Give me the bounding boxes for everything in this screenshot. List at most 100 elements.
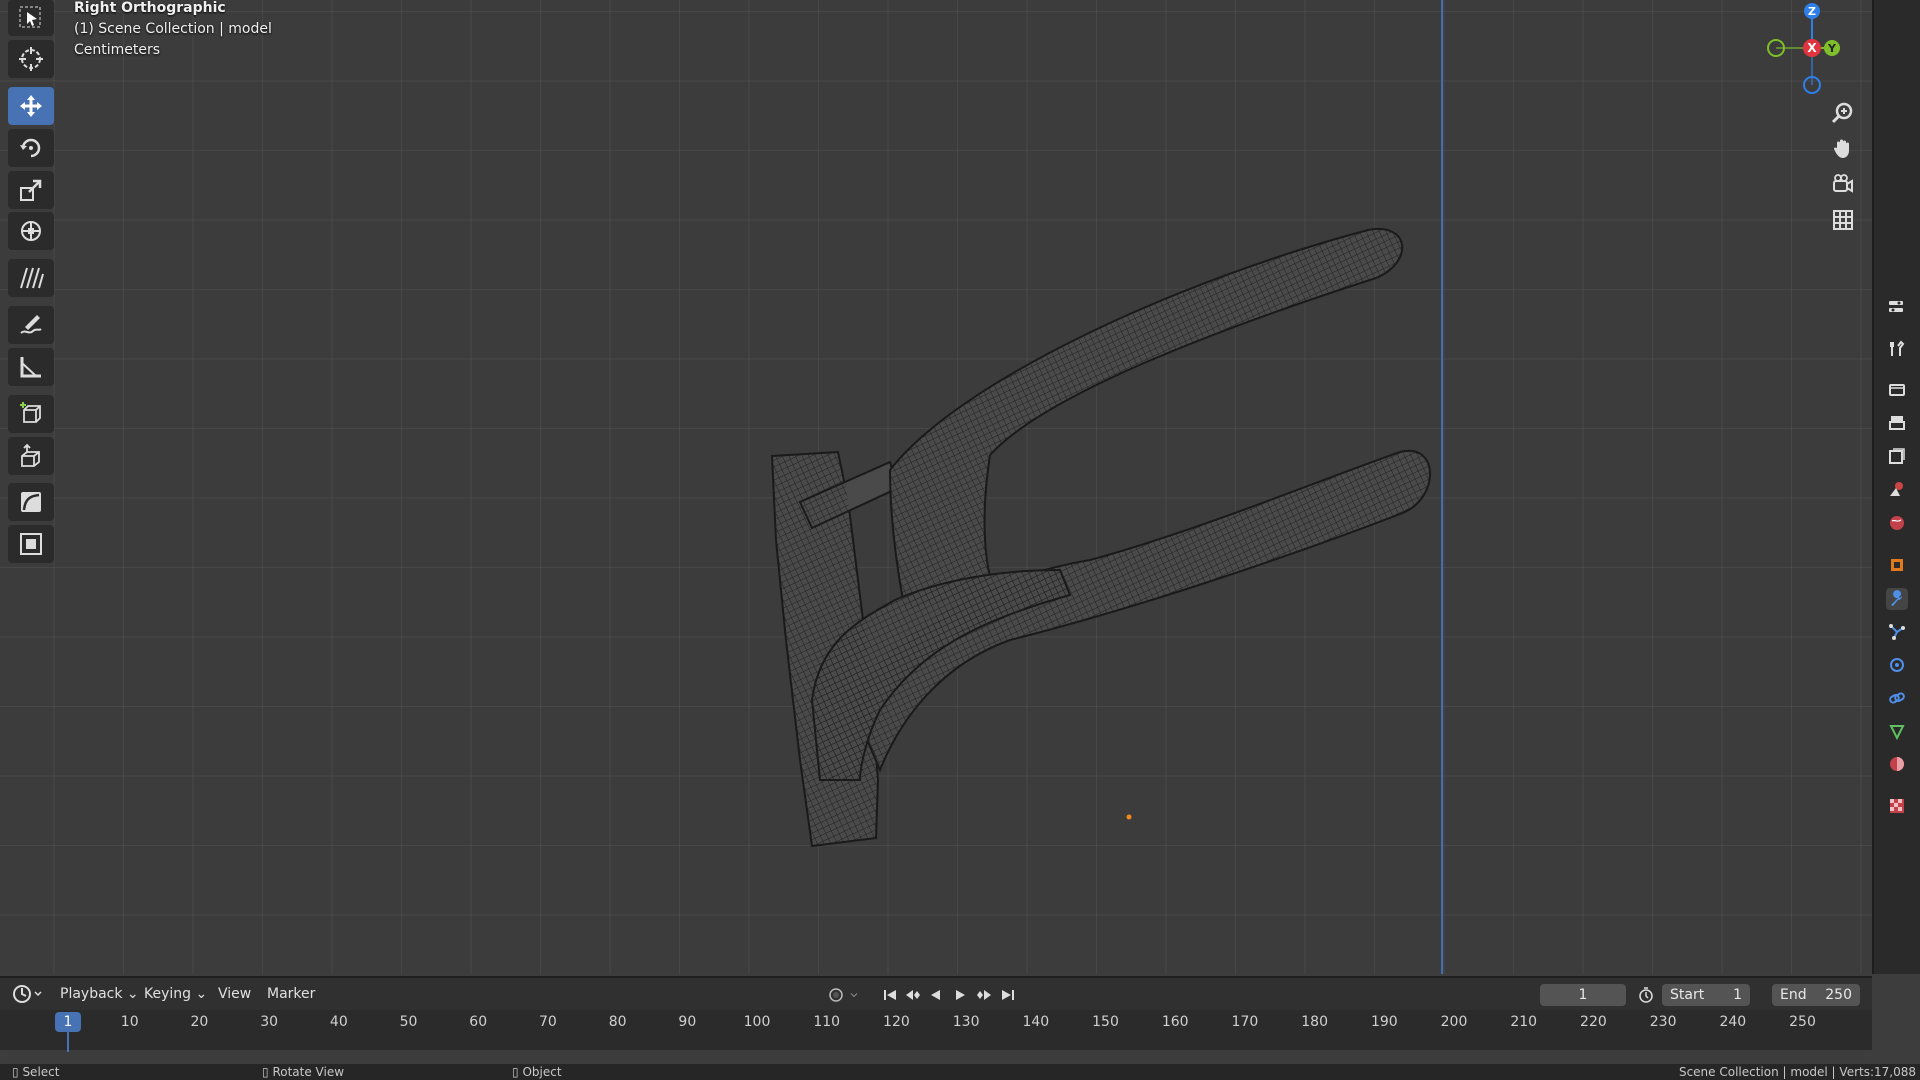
tab-scene[interactable]	[1886, 478, 1908, 500]
frame-tick-label: 230	[1649, 1014, 1677, 1030]
view-menu[interactable]: View	[218, 986, 251, 1002]
status-object: ▯ Object	[512, 1065, 562, 1079]
tab-render[interactable]	[1886, 378, 1908, 400]
inset-icon	[20, 533, 42, 555]
curve-tool[interactable]	[8, 483, 54, 521]
jump-end-icon	[1002, 990, 1014, 1000]
move-tool[interactable]	[8, 87, 54, 125]
tab-object[interactable]	[1886, 554, 1908, 576]
cursor-tool[interactable]	[8, 40, 54, 78]
transform-tool[interactable]	[8, 212, 54, 250]
inset-tool[interactable]	[8, 525, 54, 563]
end-frame-field[interactable]: End 250	[1772, 984, 1860, 1006]
particles-icon	[1889, 624, 1905, 640]
current-frame-field[interactable]: 1	[1540, 984, 1626, 1006]
status-rotate-view: ▯ Rotate View	[262, 1065, 345, 1079]
playback-menu[interactable]: Playback ⌄	[60, 986, 139, 1002]
rotate-tool[interactable]	[8, 129, 54, 167]
playhead-indicator[interactable]: 1	[55, 1012, 81, 1032]
select-box-tool[interactable]	[8, 0, 54, 36]
frame-tick-label: 240	[1719, 1014, 1747, 1030]
tab-output[interactable]	[1886, 412, 1908, 434]
use-preview-range-button[interactable]	[1636, 984, 1656, 1006]
next-keyframe-button[interactable]	[974, 984, 994, 1006]
jump-to-end-button[interactable]	[998, 984, 1018, 1006]
chevron-down-icon	[850, 993, 858, 998]
playhead-line	[67, 1032, 69, 1054]
hatch-tool[interactable]	[8, 259, 54, 297]
annotate-icon	[20, 315, 42, 334]
mouse-left-icon: ▯	[12, 1065, 19, 1079]
wireframe-model[interactable]	[0, 0, 1872, 974]
world-icon	[1890, 516, 1904, 530]
tab-tool[interactable]	[1886, 338, 1908, 360]
camera-view-button[interactable]	[1826, 167, 1860, 201]
play-icon	[956, 990, 965, 1000]
prev-keyframe-icon	[906, 990, 920, 1000]
curve-icon	[21, 492, 41, 512]
keying-options-dropdown[interactable]	[848, 984, 860, 1006]
frame-tick-label: 220	[1580, 1014, 1607, 1030]
tab-data[interactable]	[1886, 720, 1908, 742]
view-name: Right Orthographic	[74, 0, 226, 16]
keying-menu[interactable]: Keying ⌄	[144, 986, 207, 1002]
hatch-icon	[20, 267, 44, 289]
toggle-ortho-button[interactable]	[1826, 203, 1860, 237]
pan-button[interactable]	[1826, 131, 1860, 165]
zoom-button[interactable]	[1826, 96, 1860, 130]
units-label: Centimeters	[74, 42, 161, 58]
camera-icon	[1833, 174, 1853, 193]
auto-keying-button[interactable]	[826, 984, 846, 1006]
chevron-down-icon: ⌄	[195, 986, 208, 1002]
frame-tick-label: 180	[1301, 1014, 1328, 1030]
texture-icon	[1890, 799, 1904, 813]
navigation-gizmo[interactable]: Z X Y	[1752, 0, 1842, 95]
status-stats: Scene Collection | model | Verts:17,088	[1678, 1065, 1916, 1079]
frame-tick-label: 130	[952, 1014, 980, 1030]
end-value: 250	[1825, 987, 1852, 1003]
move-icon	[20, 95, 42, 117]
scale-tool[interactable]	[8, 171, 54, 209]
tab-texture[interactable]	[1886, 795, 1908, 817]
frame-tick-label: 40	[329, 1014, 348, 1030]
frame-tick-label: 20	[190, 1014, 209, 1030]
annotate-tool[interactable]	[8, 306, 54, 344]
object-icon	[1891, 559, 1903, 571]
marker-menu[interactable]: Marker	[267, 986, 315, 1002]
cursor-icon	[19, 47, 43, 71]
frame-tick-label: 140	[1022, 1014, 1050, 1030]
tab-material[interactable]	[1886, 753, 1908, 775]
timeline-header: Playback ⌄ Keying ⌄ View Marker 1 Start …	[0, 976, 1872, 1012]
tab-constraints[interactable]	[1886, 687, 1908, 709]
rotate-icon	[20, 138, 41, 158]
extrude-tool[interactable]	[8, 437, 54, 475]
wrench-icon	[1891, 590, 1902, 606]
start-frame-field[interactable]: Start 1	[1662, 984, 1750, 1006]
prev-keyframe-button[interactable]	[903, 984, 923, 1006]
stopwatch-icon	[1639, 987, 1653, 1003]
frame-tick-label: 60	[469, 1014, 488, 1030]
tab-modifiers[interactable]	[1886, 588, 1908, 610]
tab-particles[interactable]	[1886, 621, 1908, 643]
editor-type-button[interactable]	[1882, 296, 1912, 318]
tab-physics[interactable]	[1886, 654, 1908, 676]
3d-viewport[interactable]: Right Orthographic (1) Scene Collection …	[0, 0, 1872, 974]
frame-tick-label: 210	[1510, 1014, 1538, 1030]
add-cube-tool[interactable]	[8, 395, 54, 433]
jump-to-start-button[interactable]	[880, 984, 900, 1006]
editor-type-menu[interactable]	[12, 982, 44, 1010]
tab-view-layer[interactable]	[1886, 445, 1908, 467]
timeline-scrollbar[interactable]	[10, 1052, 1862, 1060]
constraints-icon	[1889, 692, 1905, 704]
play-reverse-button[interactable]	[926, 984, 946, 1006]
tab-world[interactable]	[1886, 512, 1908, 534]
end-label: End	[1780, 987, 1807, 1003]
play-button[interactable]	[950, 984, 970, 1006]
add-cube-icon	[20, 402, 41, 423]
scale-icon	[20, 179, 42, 201]
measure-tool[interactable]	[8, 348, 54, 386]
frame-tick-label: 170	[1231, 1014, 1259, 1030]
scene-icon	[1890, 482, 1903, 496]
record-icon	[829, 988, 843, 1002]
timeline-frame-ruler[interactable]: 10 20 30 40 50 60 70 80 90 100 110 120 130 140 150 160 1…	[0, 1010, 1872, 1050]
